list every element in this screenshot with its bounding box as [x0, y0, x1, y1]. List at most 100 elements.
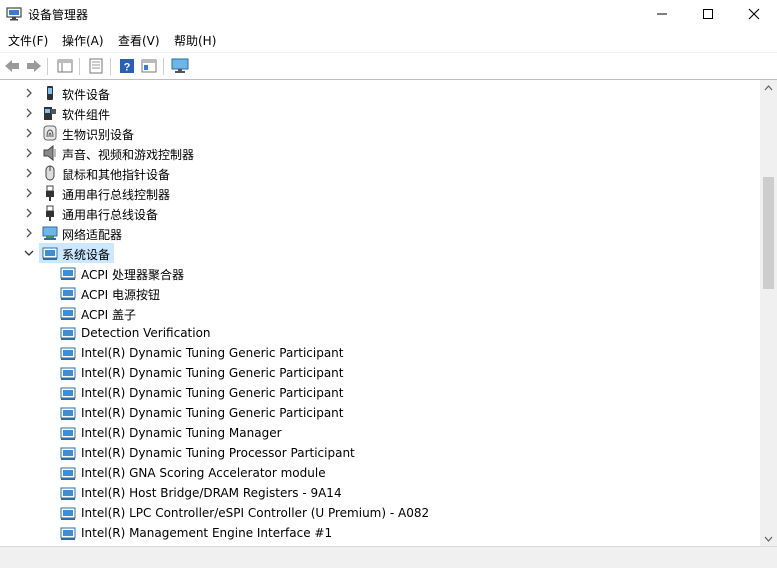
tree-label: 鼠标和其他指针设备: [62, 168, 171, 182]
update-driver-button[interactable]: [86, 56, 106, 76]
device-label: ACPI 电源按钮: [81, 288, 160, 302]
system-device-icon: [60, 327, 76, 340]
close-icon: [748, 8, 760, 20]
tree-item-mice[interactable]: 鼠标和其他指针设备: [0, 163, 758, 183]
system-device-item[interactable]: Intel(R) GNA Scoring Accelerator module: [0, 463, 758, 483]
tree-label: 通用串行总线控制器: [62, 188, 171, 202]
system-device-item[interactable]: Intel(R) LPC Controller/eSPI Controller …: [0, 503, 758, 523]
chevron-right-icon[interactable]: [23, 207, 35, 219]
system-device-item[interactable]: Intel(R) Host Bridge/DRAM Registers - 9A…: [0, 483, 758, 503]
system-device-icon: [60, 387, 76, 400]
system-device-icon: [60, 427, 76, 440]
system-device-icon: [60, 347, 76, 360]
tree-item-software-components[interactable]: 软件组件: [0, 103, 758, 123]
device-label: Intel(R) Dynamic Tuning Generic Particip…: [81, 366, 344, 380]
chevron-right-icon[interactable]: [23, 87, 35, 99]
system-device-icon: [60, 467, 76, 480]
chevron-right-icon[interactable]: [23, 187, 35, 199]
toolbar-separator: [47, 58, 48, 75]
software-component-icon: [44, 107, 56, 120]
tree-item-usb-devices[interactable]: 通用串行总线设备: [0, 203, 758, 223]
network-adapter-icon: [42, 226, 58, 240]
device-label: Intel(R) Dynamic Tuning Generic Particip…: [81, 386, 344, 400]
menu-view[interactable]: 查看(V): [118, 32, 160, 49]
menu-file[interactable]: 文件(F): [8, 32, 48, 49]
system-device-item[interactable]: Intel(R) Dynamic Tuning Generic Particip…: [0, 363, 758, 383]
toolbar-separator: [79, 58, 80, 75]
menu-help[interactable]: 帮助(H): [174, 32, 216, 49]
system-device-icon: [60, 527, 76, 540]
mouse-icon: [45, 165, 55, 181]
maximize-button[interactable]: [685, 0, 731, 28]
back-button[interactable]: [2, 56, 22, 76]
system-device-item[interactable]: Intel(R) Dynamic Tuning Generic Particip…: [0, 403, 758, 423]
usb-icon: [46, 205, 54, 221]
device-label: Intel(R) Dynamic Tuning Processor Partic…: [81, 446, 355, 460]
tree-label: 系统设备: [62, 248, 111, 262]
close-button[interactable]: [731, 0, 777, 28]
system-device-icon: [60, 287, 76, 300]
system-device-item[interactable]: ACPI 盖子: [0, 303, 758, 323]
tree-item-usb-controllers[interactable]: 通用串行总线控制器: [0, 183, 758, 203]
svg-text:?: ?: [124, 62, 131, 74]
system-device-item[interactable]: Intel(R) Dynamic Tuning Generic Particip…: [0, 343, 758, 363]
chevron-right-icon[interactable]: [23, 107, 35, 119]
tree-label: 网络适配器: [62, 228, 123, 242]
chevron-right-icon[interactable]: [23, 127, 35, 139]
tree-label: 生物识别设备: [62, 128, 135, 142]
tree-item-system-devices[interactable]: 系统设备: [0, 243, 758, 263]
system-device-item[interactable]: Intel(R) Dynamic Tuning Generic Particip…: [0, 383, 758, 403]
properties-button[interactable]: [55, 56, 75, 76]
scroll-down-arrow-icon[interactable]: [764, 534, 773, 543]
system-device-item[interactable]: ACPI 处理器聚合器: [0, 263, 758, 283]
scroll-up-arrow-icon[interactable]: [764, 84, 773, 93]
monitor-icon: [171, 58, 189, 73]
forward-icon: [27, 60, 41, 72]
system-device-item[interactable]: Intel(R) Dynamic Tuning Manager: [0, 423, 758, 443]
device-label: Intel(R) GNA Scoring Accelerator module: [81, 466, 326, 480]
update-icon: [89, 58, 103, 74]
fingerprint-icon: [43, 125, 57, 141]
forward-button[interactable]: [24, 56, 44, 76]
view-button[interactable]: [139, 56, 159, 76]
tree-item-biometric[interactable]: 生物识别设备: [0, 123, 758, 143]
window-title: 设备管理器: [28, 8, 89, 22]
system-device-icon: [60, 407, 76, 420]
system-device-item[interactable]: Intel(R) Dynamic Tuning Processor Partic…: [0, 443, 758, 463]
menu-action[interactable]: 操作(A): [62, 32, 104, 49]
system-device-icon: [60, 307, 76, 320]
usb-icon: [46, 185, 54, 201]
chevron-down-icon[interactable]: [23, 247, 35, 259]
device-label: ACPI 盖子: [81, 308, 136, 322]
device-tree[interactable]: 软件设备 软件组件 生物识别设备 声音、视频和游戏控制器 鼠标和其他指针设备 通…: [0, 79, 777, 547]
tree-item-software-devices[interactable]: 软件设备: [0, 83, 758, 103]
scan-hardware-button[interactable]: [170, 56, 190, 76]
view-icon: [141, 59, 157, 73]
tree-item-network-adapters[interactable]: 网络适配器: [0, 223, 758, 243]
menu-bar: 文件(F) 操作(A) 查看(V) 帮助(H): [0, 28, 777, 52]
minimize-icon: [657, 13, 667, 15]
tree-label: 软件组件: [62, 108, 111, 122]
device-label: Intel(R) Management Engine Interface #1: [81, 526, 333, 540]
toolbar-separator: [110, 58, 111, 75]
system-device-item[interactable]: Detection Verification: [0, 323, 758, 343]
system-device-item[interactable]: Intel(R) Management Engine Interface #1: [0, 523, 758, 543]
system-device-icon: [60, 507, 76, 520]
scrollbar-thumb[interactable]: [763, 177, 774, 289]
chevron-right-icon[interactable]: [23, 167, 35, 179]
back-icon: [5, 60, 19, 72]
system-device-item[interactable]: ACPI 电源按钮: [0, 283, 758, 303]
chevron-right-icon[interactable]: [23, 147, 35, 159]
system-device-icon: [60, 267, 76, 280]
speaker-icon: [43, 145, 56, 161]
chevron-right-icon[interactable]: [23, 227, 35, 239]
system-device-icon: [60, 367, 76, 380]
minimize-button[interactable]: [639, 0, 685, 28]
device-label: Intel(R) LPC Controller/eSPI Controller …: [81, 506, 430, 520]
help-button[interactable]: ?: [117, 56, 137, 76]
tree-item-sound-video[interactable]: 声音、视频和游戏控制器: [0, 143, 758, 163]
tree-label: 软件设备: [62, 88, 111, 102]
device-label: Intel(R) Dynamic Tuning Generic Particip…: [81, 406, 344, 420]
vertical-scrollbar[interactable]: [760, 80, 777, 547]
system-device-icon: [60, 487, 76, 500]
